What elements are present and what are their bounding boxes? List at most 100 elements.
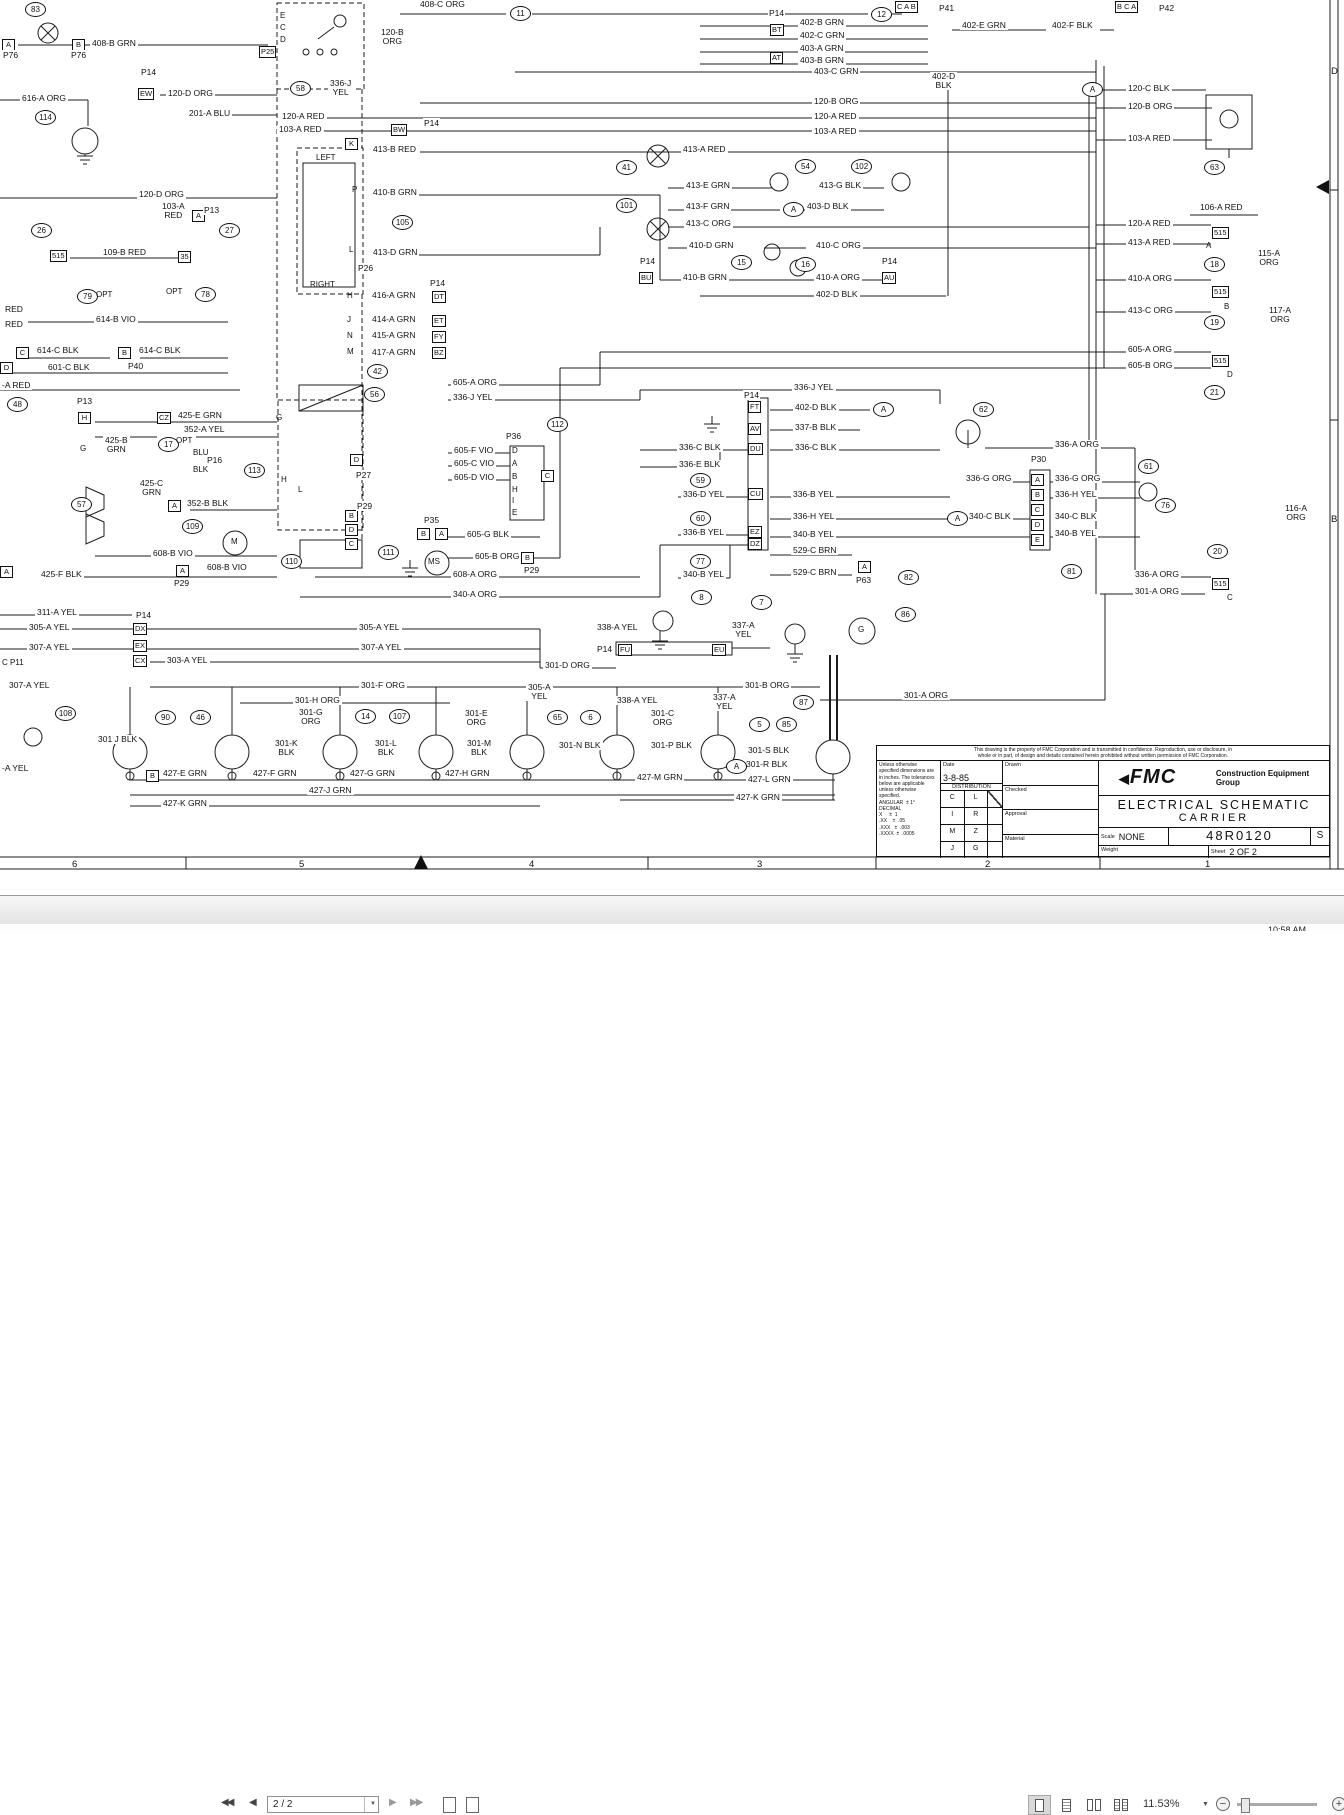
wire-label: 116-A ORG xyxy=(1283,503,1310,522)
pin-box: AT xyxy=(770,52,784,64)
ref-circle: 27 xyxy=(219,223,240,238)
page-glyph xyxy=(1094,1799,1101,1811)
wire-label: 403-B GRN xyxy=(798,55,846,65)
pin-box: B xyxy=(521,552,534,564)
pin-box: B xyxy=(345,510,358,522)
zoom-dropdown-arrow[interactable]: ▼ xyxy=(1202,1801,1209,1808)
pin-box: FY xyxy=(432,331,446,343)
wire-label: 103-A RED xyxy=(277,124,324,134)
first-page-button[interactable]: ◀◀ xyxy=(221,1797,234,1808)
wire-label: 336-H YEL xyxy=(791,511,837,521)
connector-label: P14 xyxy=(423,118,441,128)
pin-box: 515 xyxy=(1212,227,1229,239)
continuous-scroll-view-icon[interactable] xyxy=(1055,1795,1078,1815)
ref-circle: 87 xyxy=(793,695,814,710)
text-label: G xyxy=(80,444,87,453)
page-glyph xyxy=(1113,1799,1120,1811)
pin-box: FU xyxy=(618,644,632,656)
next-view-icon[interactable] xyxy=(463,1796,481,1814)
wire-label: 311-A YEL xyxy=(35,607,79,617)
ref-circle: 54 xyxy=(795,159,816,174)
wire-label: 410-D GRN xyxy=(687,240,736,250)
ref-circle: 114 xyxy=(35,110,56,125)
text-label: LEFT xyxy=(316,153,336,162)
distribution-cell: C xyxy=(941,791,965,807)
zoom-slider[interactable] xyxy=(1237,1798,1317,1813)
wire-label: 427-K GRN xyxy=(734,792,782,802)
approval-label: Approval xyxy=(1005,811,1027,817)
distribution-cell: R xyxy=(965,808,988,824)
previous-page-button[interactable]: ◀ xyxy=(249,1797,257,1808)
wire-label: 336-J YEL xyxy=(792,382,836,392)
wire-label: 336-A ORG xyxy=(1133,569,1181,579)
connector-label: P29 xyxy=(173,578,191,588)
ref-circle: 56 xyxy=(364,387,385,402)
ref-circle: 90 xyxy=(155,710,176,725)
pin-box: C xyxy=(541,470,554,482)
wire-label: 605-C VIO xyxy=(452,458,497,468)
connector-label: P76 xyxy=(70,50,88,60)
wire-label: 413-E GRN xyxy=(684,180,732,190)
wire-label: 415-A GRN xyxy=(370,330,418,340)
pin-box: A xyxy=(1031,474,1044,486)
wire-label: 427-F GRN xyxy=(251,768,299,778)
text-label: OPT xyxy=(166,287,183,296)
pin-box: 515 xyxy=(50,250,67,262)
pin-box: BU xyxy=(639,272,654,284)
pin-box: BW xyxy=(391,124,408,136)
ref-circle: 78 xyxy=(195,287,216,302)
zoom-in-button[interactable]: + xyxy=(1332,1797,1344,1811)
wire-label: 427-K GRN xyxy=(161,798,209,808)
wire-label: -A RED xyxy=(0,380,33,390)
text-label: C xyxy=(280,23,286,32)
zoom-percent[interactable]: 11.53% xyxy=(1143,1798,1180,1810)
last-page-button[interactable]: ▶▶ xyxy=(410,1797,423,1808)
text-label: D xyxy=(512,446,518,455)
ref-circle: 102 xyxy=(851,159,872,174)
ref-circle: 79 xyxy=(77,289,98,304)
connector-label: P14 xyxy=(743,390,761,400)
wire-label: 115-A ORG xyxy=(1256,248,1283,267)
pin-box: BZ xyxy=(432,347,446,359)
text-label: M xyxy=(347,347,354,356)
pin-box: K xyxy=(345,138,358,150)
two-page-view-icon[interactable] xyxy=(1082,1795,1105,1815)
zoom-slider-handle[interactable] xyxy=(1241,1798,1250,1813)
two-page-scroll-view-icon[interactable] xyxy=(1109,1795,1132,1815)
next-page-button[interactable]: ▶ xyxy=(389,1797,397,1808)
page-dropdown-arrow[interactable]: ▼ xyxy=(370,1801,376,1807)
wire-label: 608-B VIO xyxy=(205,562,249,572)
pin-box: EU xyxy=(712,644,727,656)
scale-label: Scale xyxy=(1101,833,1115,840)
zoom-out-button[interactable]: − xyxy=(1216,1797,1230,1811)
previous-view-icon[interactable] xyxy=(440,1796,458,1814)
page-glyph xyxy=(1035,1798,1044,1812)
distribution-mark-cell xyxy=(988,825,1002,841)
ref-circle: 110 xyxy=(281,554,302,569)
wire-label: 305-A YEL xyxy=(526,682,553,701)
distribution-cell: M xyxy=(941,825,965,841)
single-page-view-icon[interactable] xyxy=(1028,1795,1051,1815)
wire-label: 414-A GRN xyxy=(370,314,418,324)
pin-box: DZ xyxy=(748,538,762,550)
ref-circle: 20 xyxy=(1207,544,1228,559)
ref-circle: 16 xyxy=(795,257,816,272)
page-number-box[interactable]: 2 / 2 ▼ xyxy=(267,1796,379,1813)
taskbar: 10:58 AM xyxy=(0,924,1344,931)
wire-label: 340-C BLK xyxy=(967,511,1013,521)
wire-label: 336-J YEL xyxy=(328,78,354,97)
ref-circle: A xyxy=(783,202,804,217)
text-label: I xyxy=(512,496,515,505)
pin-box: B xyxy=(118,347,131,359)
wire-label: 120-B ORG xyxy=(812,96,861,106)
wire-label: 352-A YEL xyxy=(182,424,227,434)
connector-label: P14 xyxy=(881,256,899,266)
material-label: Material xyxy=(1005,835,1025,842)
text-label: OPT xyxy=(176,436,193,445)
text-label: BLU xyxy=(193,448,209,457)
wire-label: 120-A RED xyxy=(812,111,859,121)
ref-circle: A xyxy=(1082,82,1103,97)
ref-circle: 81 xyxy=(1061,564,1082,579)
ref-circle: 57 xyxy=(71,497,92,512)
ref-circle: 15 xyxy=(731,255,752,270)
